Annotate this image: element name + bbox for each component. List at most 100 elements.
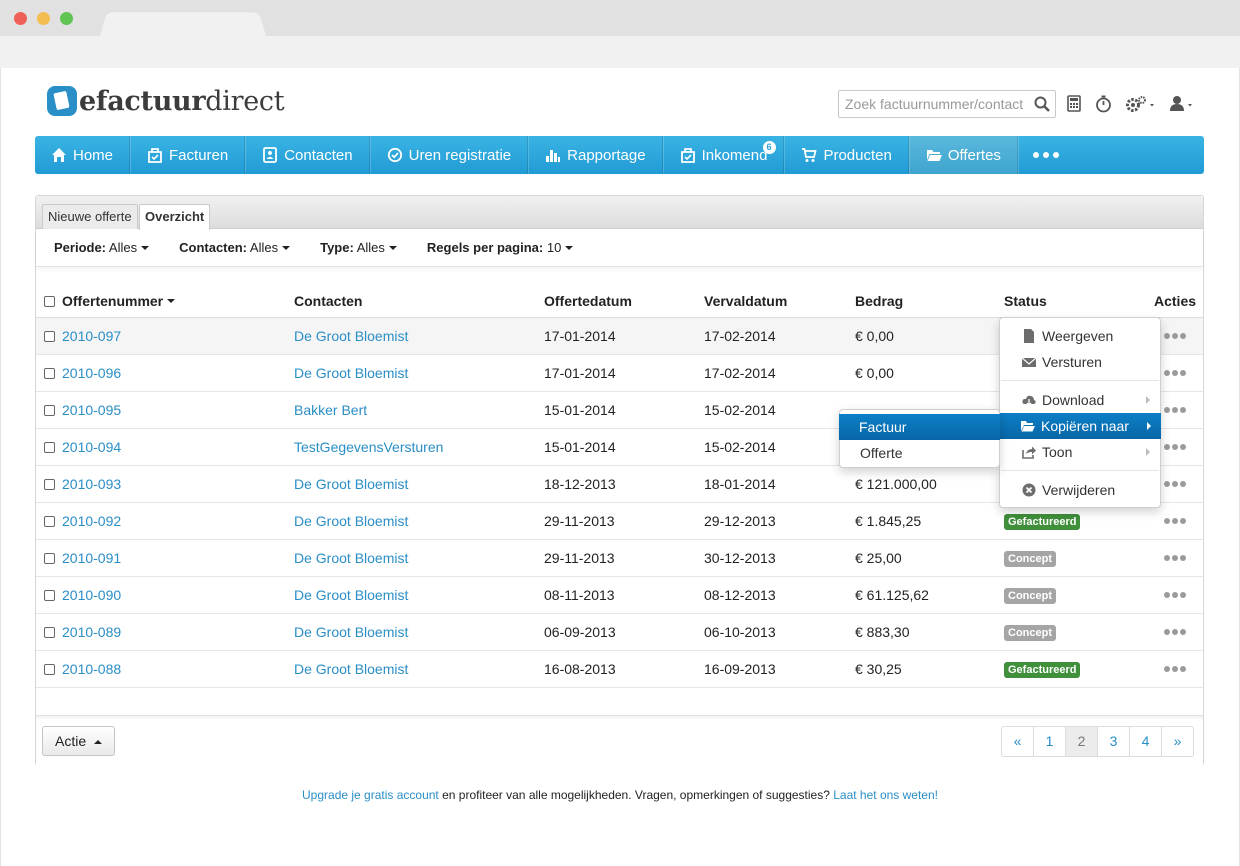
quote-number-link[interactable]: 2010-097 — [62, 328, 121, 344]
quote-number-link[interactable]: 2010-092 — [62, 513, 121, 529]
row-actions-button[interactable] — [1164, 444, 1188, 450]
logo[interactable]: efactuurdirect — [47, 84, 285, 118]
contact-link[interactable]: De Groot Bloemist — [294, 328, 408, 344]
quote-date-cell: 06-09-2013 — [544, 624, 616, 640]
maximize-window-button[interactable] — [60, 12, 73, 25]
row-actions-button[interactable] — [1164, 481, 1188, 487]
contact-link[interactable]: De Groot Bloemist — [294, 365, 408, 381]
minimize-window-button[interactable] — [37, 12, 50, 25]
nav-inkomend[interactable]: Inkomend 6 — [662, 136, 785, 174]
tab-nieuwe-offerte[interactable]: Nieuwe offerte — [42, 204, 138, 229]
more-icon — [1164, 518, 1170, 524]
folder-open-icon — [1021, 421, 1035, 432]
amount-cell: € 0,00 — [855, 328, 894, 344]
contact-link[interactable]: Laat het ons weten! — [833, 788, 938, 802]
calculator-icon[interactable] — [1067, 95, 1081, 113]
row-checkbox[interactable] — [44, 589, 55, 601]
more-icon — [1164, 481, 1170, 487]
quote-number-link[interactable]: 2010-088 — [62, 661, 121, 677]
nav-facturen[interactable]: Facturen — [130, 136, 246, 174]
menu-download[interactable]: Download — [1000, 387, 1160, 413]
contact-link[interactable]: De Groot Bloemist — [294, 476, 408, 492]
caret-down-icon — [565, 246, 574, 250]
search-icon[interactable] — [1033, 95, 1051, 113]
menu-toon[interactable]: Toon — [1000, 439, 1160, 465]
table-row: 2010-090 De Groot Bloemist 08-11-2013 08-12… — [36, 577, 1203, 614]
stopwatch-icon[interactable] — [1095, 95, 1112, 113]
nav-uren-registratie[interactable]: Uren registratie — [369, 136, 529, 174]
menu-versturen[interactable]: Versturen — [1000, 349, 1160, 375]
page-4-button[interactable]: 4 — [1129, 726, 1162, 757]
page-3-button[interactable]: 3 — [1097, 726, 1130, 757]
page-next-button[interactable]: » — [1161, 726, 1194, 757]
actie-button[interactable]: Actie — [42, 726, 116, 756]
row-actions-button[interactable] — [1164, 555, 1188, 561]
quote-number-link[interactable]: 2010-096 — [62, 365, 121, 381]
contact-link[interactable]: Bakker Bert — [294, 402, 367, 418]
row-actions-button[interactable] — [1164, 333, 1188, 339]
filter-regels-per-pagina[interactable]: Regels per pagina: 10 — [427, 240, 574, 255]
quote-number-link[interactable]: 2010-094 — [62, 439, 121, 455]
quote-number-link[interactable]: 2010-095 — [62, 402, 121, 418]
menu-verwijderen[interactable]: Verwijderen — [1000, 477, 1160, 503]
row-checkbox[interactable] — [44, 478, 55, 490]
search-input[interactable] — [839, 91, 1029, 117]
close-window-button[interactable] — [14, 12, 27, 25]
page-prev-button[interactable]: « — [1001, 726, 1034, 757]
nav-rapportage[interactable]: Rapportage — [528, 136, 663, 174]
select-all-checkbox[interactable] — [44, 295, 55, 307]
row-checkbox[interactable] — [44, 663, 55, 675]
row-actions-button[interactable] — [1164, 629, 1188, 635]
copy-to-factuur[interactable]: Factuur — [839, 414, 1000, 440]
page-1-button[interactable]: 1 — [1033, 726, 1066, 757]
more-menu-button[interactable] — [1017, 136, 1074, 174]
row-checkbox[interactable] — [44, 515, 55, 527]
contact-link[interactable]: De Groot Bloemist — [294, 624, 408, 640]
nav-contacten[interactable]: Contacten — [245, 136, 370, 174]
nav-home[interactable]: Home — [35, 136, 131, 174]
settings-icon[interactable] — [1125, 95, 1159, 113]
row-checkbox[interactable] — [44, 330, 55, 342]
contacts-icon — [263, 147, 278, 163]
row-actions-button[interactable] — [1164, 370, 1188, 376]
row-checkbox[interactable] — [44, 367, 55, 379]
quote-number-link[interactable]: 2010-091 — [62, 550, 121, 566]
filter-periode[interactable]: Periode: Alles — [54, 240, 150, 255]
row-checkbox[interactable] — [44, 626, 55, 638]
header-offertedatum: Offertedatum — [544, 293, 632, 309]
quote-number-link[interactable]: 2010-089 — [62, 624, 121, 640]
more-icon — [1164, 592, 1170, 598]
row-actions-button[interactable] — [1164, 592, 1188, 598]
contact-link[interactable]: TestGegevensVersturen — [294, 439, 443, 455]
row-actions-button[interactable] — [1164, 407, 1188, 413]
row-checkbox[interactable] — [44, 441, 55, 453]
menu-divider — [1001, 380, 1159, 381]
row-actions-button[interactable] — [1164, 666, 1188, 672]
header-acties: Acties — [1154, 293, 1197, 309]
menu-kopieren-naar[interactable]: Kopiëren naar — [999, 413, 1161, 439]
contact-link[interactable]: De Groot Bloemist — [294, 661, 408, 677]
browser-tab[interactable] — [100, 12, 266, 36]
copy-to-offerte[interactable]: Offerte — [840, 440, 999, 466]
contact-link[interactable]: De Groot Bloemist — [294, 587, 408, 603]
filter-type[interactable]: Type: Alles — [320, 240, 397, 255]
menu-weergeven[interactable]: Weergeven — [1000, 323, 1160, 349]
more-icon — [1164, 555, 1170, 561]
contact-link[interactable]: De Groot Bloemist — [294, 550, 408, 566]
filter-contacten[interactable]: Contacten: Alles — [179, 240, 291, 255]
nav-producten[interactable]: Producten — [784, 136, 909, 174]
tab-overzicht[interactable]: Overzicht — [139, 204, 211, 230]
quote-number-link[interactable]: 2010-090 — [62, 587, 121, 603]
row-actions-button[interactable] — [1164, 518, 1188, 524]
contact-link[interactable]: De Groot Bloemist — [294, 513, 408, 529]
upgrade-link[interactable]: Upgrade je gratis account — [302, 788, 439, 802]
nav-offertes[interactable]: Offertes — [908, 136, 1018, 174]
more-icon — [1164, 370, 1170, 376]
page-2-button[interactable]: 2 — [1065, 726, 1098, 757]
row-checkbox[interactable] — [44, 404, 55, 416]
submenu-arrow-icon — [1146, 448, 1150, 456]
row-checkbox[interactable] — [44, 552, 55, 564]
user-icon[interactable] — [1169, 95, 1199, 113]
header-offertenummer[interactable]: Offertenummer — [62, 293, 163, 309]
quote-number-link[interactable]: 2010-093 — [62, 476, 121, 492]
